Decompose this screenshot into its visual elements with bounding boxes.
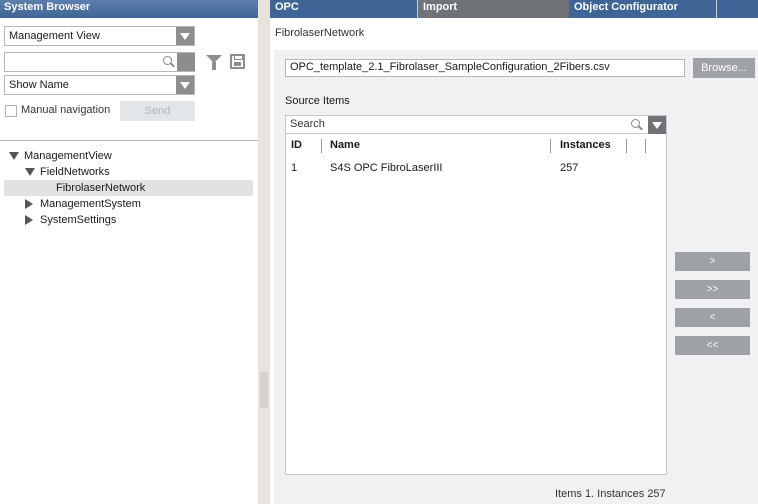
source-items-grid: Search ID Name Instances 1 S4S OPC Fibro…: [285, 115, 667, 475]
tree-item-managementview[interactable]: ManagementView: [0, 148, 258, 164]
source-items-label: Source Items: [285, 95, 350, 107]
tree-item-label: ManagementView: [24, 150, 112, 162]
tree-item-label: FibrolaserNetwork: [56, 182, 146, 194]
grid-search-placeholder: Search: [290, 118, 325, 130]
expanded-icon[interactable]: [25, 168, 35, 176]
display-select-value: Show Name: [9, 79, 69, 91]
column-separator[interactable]: [550, 139, 551, 153]
column-header-instances[interactable]: Instances: [560, 139, 611, 151]
column-header-name[interactable]: Name: [330, 139, 360, 151]
tree-item-fieldnetworks[interactable]: FieldNetworks: [0, 164, 258, 180]
move-selected-right-button[interactable]: >: [675, 252, 750, 271]
tab-bar: OPC Import Object Configurator: [270, 0, 758, 18]
chevron-down-icon[interactable]: [648, 116, 666, 134]
move-selected-left-button[interactable]: <: [675, 308, 750, 327]
file-path-field[interactable]: OPC_template_2.1_Fibrolaser_SampleConfig…: [285, 59, 685, 77]
management-tree: ManagementView FieldNetworks FibrolaserN…: [0, 148, 258, 228]
status-text: Items 1. Instances 257: [555, 488, 666, 500]
search-input[interactable]: [4, 52, 195, 72]
panel-splitter[interactable]: [258, 0, 270, 504]
save-icon[interactable]: [230, 54, 245, 69]
tree-item-label: ManagementSystem: [40, 198, 141, 210]
manual-navigation-checkbox[interactable]: [5, 105, 17, 117]
chevron-down-icon[interactable]: [176, 76, 194, 94]
view-select[interactable]: Management View: [4, 26, 195, 46]
tree-item-fibrolasernetwork[interactable]: FibrolaserNetwork: [4, 180, 253, 196]
move-all-right-button[interactable]: >>: [675, 280, 750, 299]
chevron-down-icon[interactable]: [177, 53, 195, 71]
expanded-icon[interactable]: [9, 152, 19, 160]
browse-button[interactable]: Browse...: [693, 58, 755, 78]
breadcrumb: FibrolaserNetwork: [275, 27, 365, 39]
splitter-grip[interactable]: [260, 372, 268, 408]
tab-opc[interactable]: OPC: [270, 0, 418, 18]
system-browser-panel: System Browser Management View Show Name…: [0, 0, 258, 504]
column-header-id[interactable]: ID: [291, 139, 302, 151]
grid-search-input[interactable]: Search: [286, 116, 666, 134]
tab-import[interactable]: Import: [418, 0, 569, 18]
column-separator[interactable]: [321, 139, 322, 153]
filter-icon[interactable]: [206, 55, 222, 70]
cell-id: 1: [291, 162, 298, 174]
tree-item-managementsystem[interactable]: ManagementSystem: [0, 196, 258, 212]
search-icon[interactable]: [163, 56, 174, 67]
tab-object-configurator[interactable]: Object Configurator: [569, 0, 717, 18]
tree-item-label: SystemSettings: [40, 214, 117, 226]
move-all-left-button[interactable]: <<: [675, 336, 750, 355]
cell-instances: 257: [560, 162, 579, 174]
tree-item-systemsettings[interactable]: SystemSettings: [0, 212, 258, 228]
chevron-down-icon[interactable]: [176, 27, 194, 45]
search-icon[interactable]: [631, 119, 642, 130]
column-separator[interactable]: [626, 139, 627, 153]
collapsed-icon[interactable]: [25, 215, 33, 225]
view-select-value: Management View: [9, 30, 100, 42]
send-button[interactable]: Send: [120, 101, 195, 121]
manual-navigation-label: Manual navigation: [21, 104, 111, 116]
divider: [0, 140, 258, 141]
tree-item-label: FieldNetworks: [40, 166, 110, 178]
panel-title: System Browser: [0, 0, 258, 18]
cell-name: S4S OPC FibroLaserIII: [330, 162, 443, 174]
column-separator[interactable]: [645, 139, 646, 153]
collapsed-icon[interactable]: [25, 199, 33, 209]
display-select[interactable]: Show Name: [4, 75, 195, 95]
